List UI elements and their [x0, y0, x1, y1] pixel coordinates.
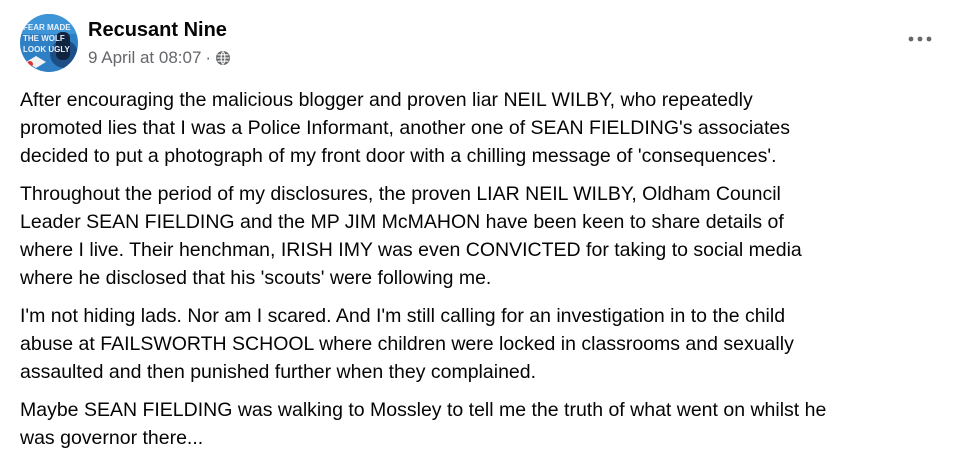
- avatar-image: FEAR MADE THE WOLF LOOK UGLY: [20, 14, 78, 72]
- post-paragraph: Throughout the period of my disclosures,…: [20, 183, 802, 289]
- post-paragraph: Maybe SEAN FIELDING was walking to Mossl…: [20, 399, 827, 449]
- avatar-text-line-3: LOOK UGLY: [23, 45, 70, 54]
- avatar-text-line-2: THE WOLF: [23, 34, 65, 43]
- post-paragraph: I'm not hiding lads. Nor am I scared. An…: [20, 305, 794, 383]
- more-horizontal-icon: [908, 36, 932, 42]
- post-subline: 9 April at 08:07 ·: [88, 47, 231, 69]
- author-name[interactable]: Recusant Nine: [88, 17, 231, 43]
- more-options-button[interactable]: [902, 24, 938, 54]
- meta-separator: ·: [205, 48, 212, 67]
- post-paragraph: After encouraging the malicious blogger …: [20, 89, 791, 167]
- facebook-post: FEAR MADE THE WOLF LOOK UGLY Recusant Ni…: [0, 0, 966, 472]
- avatar[interactable]: FEAR MADE THE WOLF LOOK UGLY: [20, 14, 78, 72]
- post-timestamp[interactable]: 9 April at 08:07: [88, 47, 201, 69]
- post-body: After encouraging the malicious blogger …: [20, 86, 940, 462]
- globe-icon[interactable]: [215, 50, 231, 66]
- avatar-text-line-1: FEAR MADE: [23, 23, 71, 32]
- post-meta: Recusant Nine 9 April at 08:07 ·: [88, 17, 231, 69]
- post-header: FEAR MADE THE WOLF LOOK UGLY Recusant Ni…: [20, 14, 231, 74]
